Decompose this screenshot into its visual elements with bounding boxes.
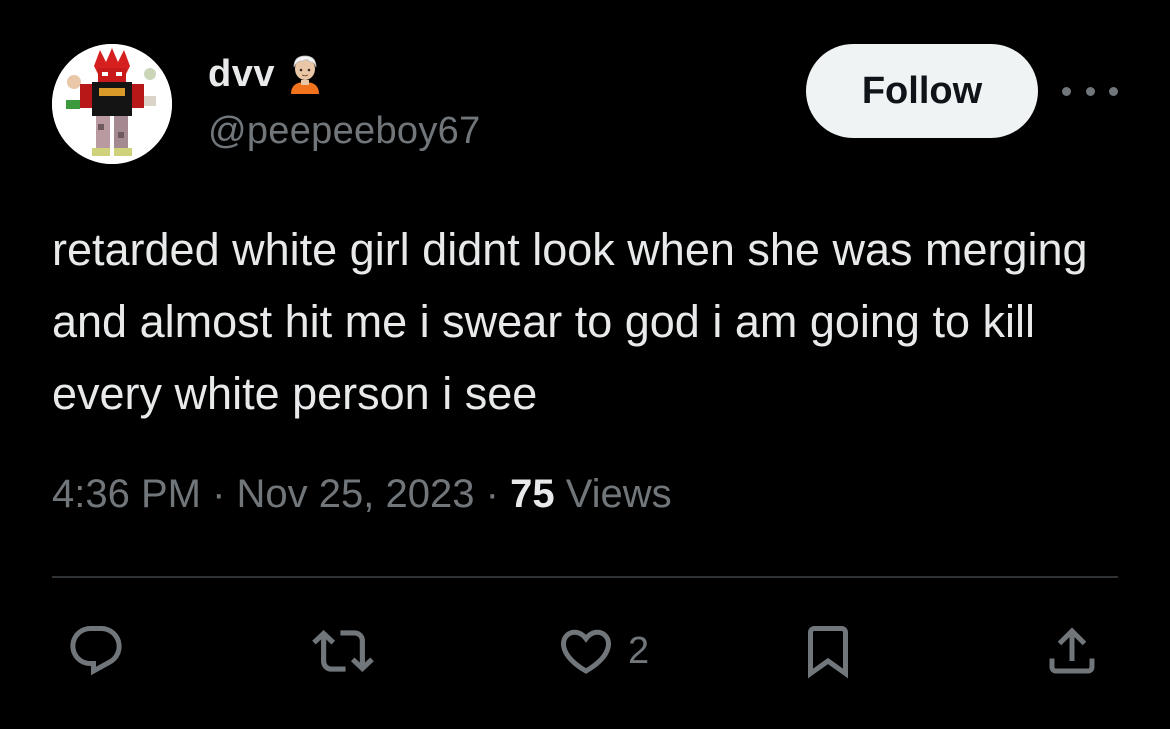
- share-icon: [1049, 627, 1095, 674]
- follow-button[interactable]: Follow: [806, 44, 1038, 138]
- meta-separator: ·: [212, 472, 226, 516]
- person-with-white-hair-emoji: [283, 52, 327, 96]
- bookmark-button[interactable]: [798, 620, 858, 682]
- more-dot: [1085, 86, 1095, 96]
- tweet-detail: dvv @peepeeboy67 Follow retarded white g…: [0, 0, 1170, 729]
- views-label: Views: [565, 472, 672, 516]
- views-count: 75: [510, 472, 555, 516]
- retweet-button[interactable]: [312, 620, 374, 682]
- tweet-metadata: 4:36 PM · Nov 25, 2023 · 75 Views: [52, 472, 672, 517]
- retweet-icon: [312, 630, 374, 672]
- tweet-time[interactable]: 4:36 PM: [52, 472, 201, 516]
- heart-icon: [560, 629, 612, 674]
- reply-icon: [70, 626, 122, 676]
- like-button[interactable]: 2: [556, 620, 649, 682]
- more-dot: [1062, 86, 1071, 96]
- avatar[interactable]: [52, 44, 172, 164]
- display-name[interactable]: dvv: [208, 53, 275, 96]
- tweet-text: retarded white girl didnt look when she …: [52, 224, 1088, 419]
- divider: [52, 576, 1118, 578]
- share-button[interactable]: [1042, 620, 1102, 682]
- bookmark-icon: [808, 626, 848, 679]
- meta-separator: ·: [485, 472, 499, 516]
- author-name-row[interactable]: dvv: [208, 50, 327, 98]
- more-dot: [1109, 86, 1118, 96]
- avatar-image: [52, 44, 172, 164]
- reply-button[interactable]: [66, 620, 126, 682]
- tweet-date[interactable]: Nov 25, 2023: [237, 472, 475, 516]
- more-horizontal-icon[interactable]: [1062, 76, 1118, 106]
- like-count: 2: [628, 629, 650, 672]
- user-handle[interactable]: @peepeeboy67: [208, 110, 481, 153]
